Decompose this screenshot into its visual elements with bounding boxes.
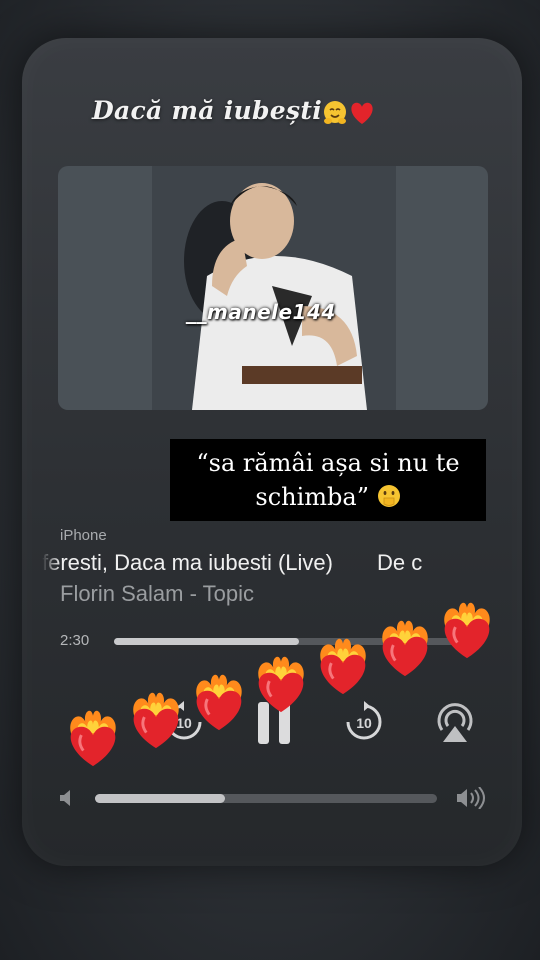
playback-progress-fill [114,638,299,645]
hugging-face-icon [324,100,347,124]
heart-on-fire-sticker-4 [250,652,312,714]
heart-on-fire-sticker-6 [374,616,436,678]
next-title-fragment: De c [377,550,423,575]
heart-on-fire-sticker-1 [62,706,124,768]
red-heart-icon [351,102,373,124]
airplay-icon[interactable] [434,700,476,744]
face-with-hand-over-mouth-icon [377,485,400,507]
heart-on-fire-sticker-2 [125,688,187,750]
volume-fill [95,794,225,803]
elapsed-time: 2:30 [60,632,90,649]
caption-text: Dacă mă iubești [92,96,323,125]
heart-on-fire-sticker-5 [312,634,374,696]
album-artwork [58,166,488,410]
quote-line-2: schimba” [170,480,486,514]
volume-high-icon [457,787,485,809]
heart-on-fire-sticker-3 [188,670,250,732]
quote-line-2-text: schimba” [255,483,369,511]
quote-caption: “sa rămâi așa si nu te schimba” [170,439,486,521]
watermark-username: __manele144 [186,300,336,324]
story-caption: Dacă mă iubești [92,96,376,126]
output-device-label: iPhone [60,527,107,544]
skip-forward-10-icon[interactable]: 10 [342,700,386,744]
song-title-marquee: feresti, Daca ma iubesti (Live) De c [42,550,502,576]
volume-slider[interactable] [95,794,437,803]
artist-name: Florin Salam - Topic [60,581,254,606]
heart-on-fire-sticker-7 [436,598,498,660]
volume-low-icon [60,790,70,806]
song-title: feresti, Daca ma iubesti (Live) [42,550,333,575]
quote-line-1: “sa rămâi așa si nu te [196,449,460,477]
svg-text:10: 10 [356,715,372,731]
artist-photo [152,166,396,410]
artist-photo-illustration [152,166,396,410]
